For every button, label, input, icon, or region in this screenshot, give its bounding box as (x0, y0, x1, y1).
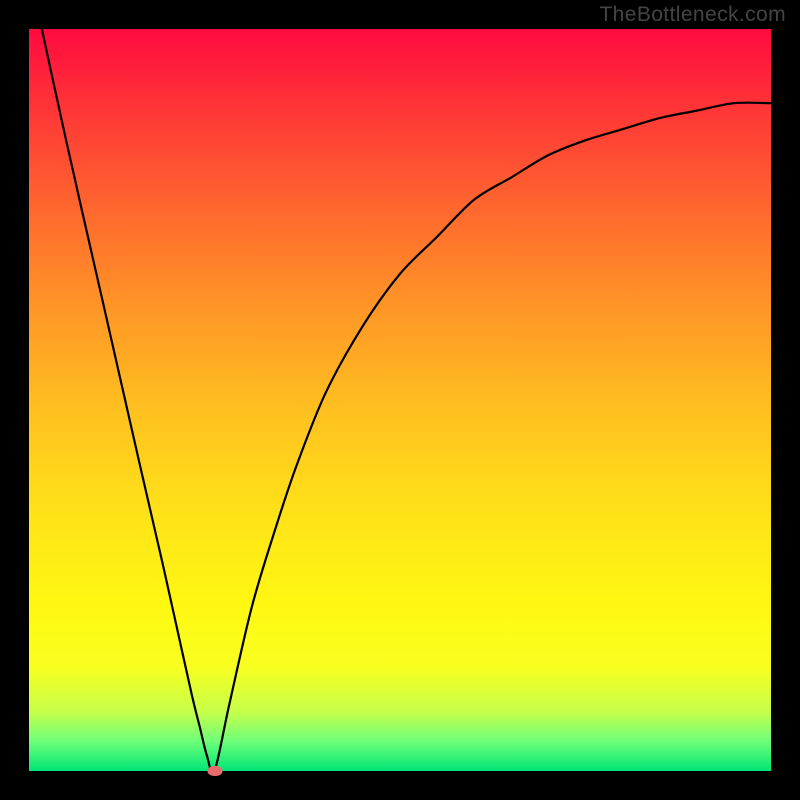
optimal-point-marker (207, 766, 222, 776)
watermark-text: TheBottleneck.com (599, 3, 786, 27)
chart-frame: TheBottleneck.com (0, 0, 800, 800)
bottleneck-curve (29, 0, 771, 773)
plot-area (29, 29, 771, 771)
curve-svg (29, 29, 771, 771)
